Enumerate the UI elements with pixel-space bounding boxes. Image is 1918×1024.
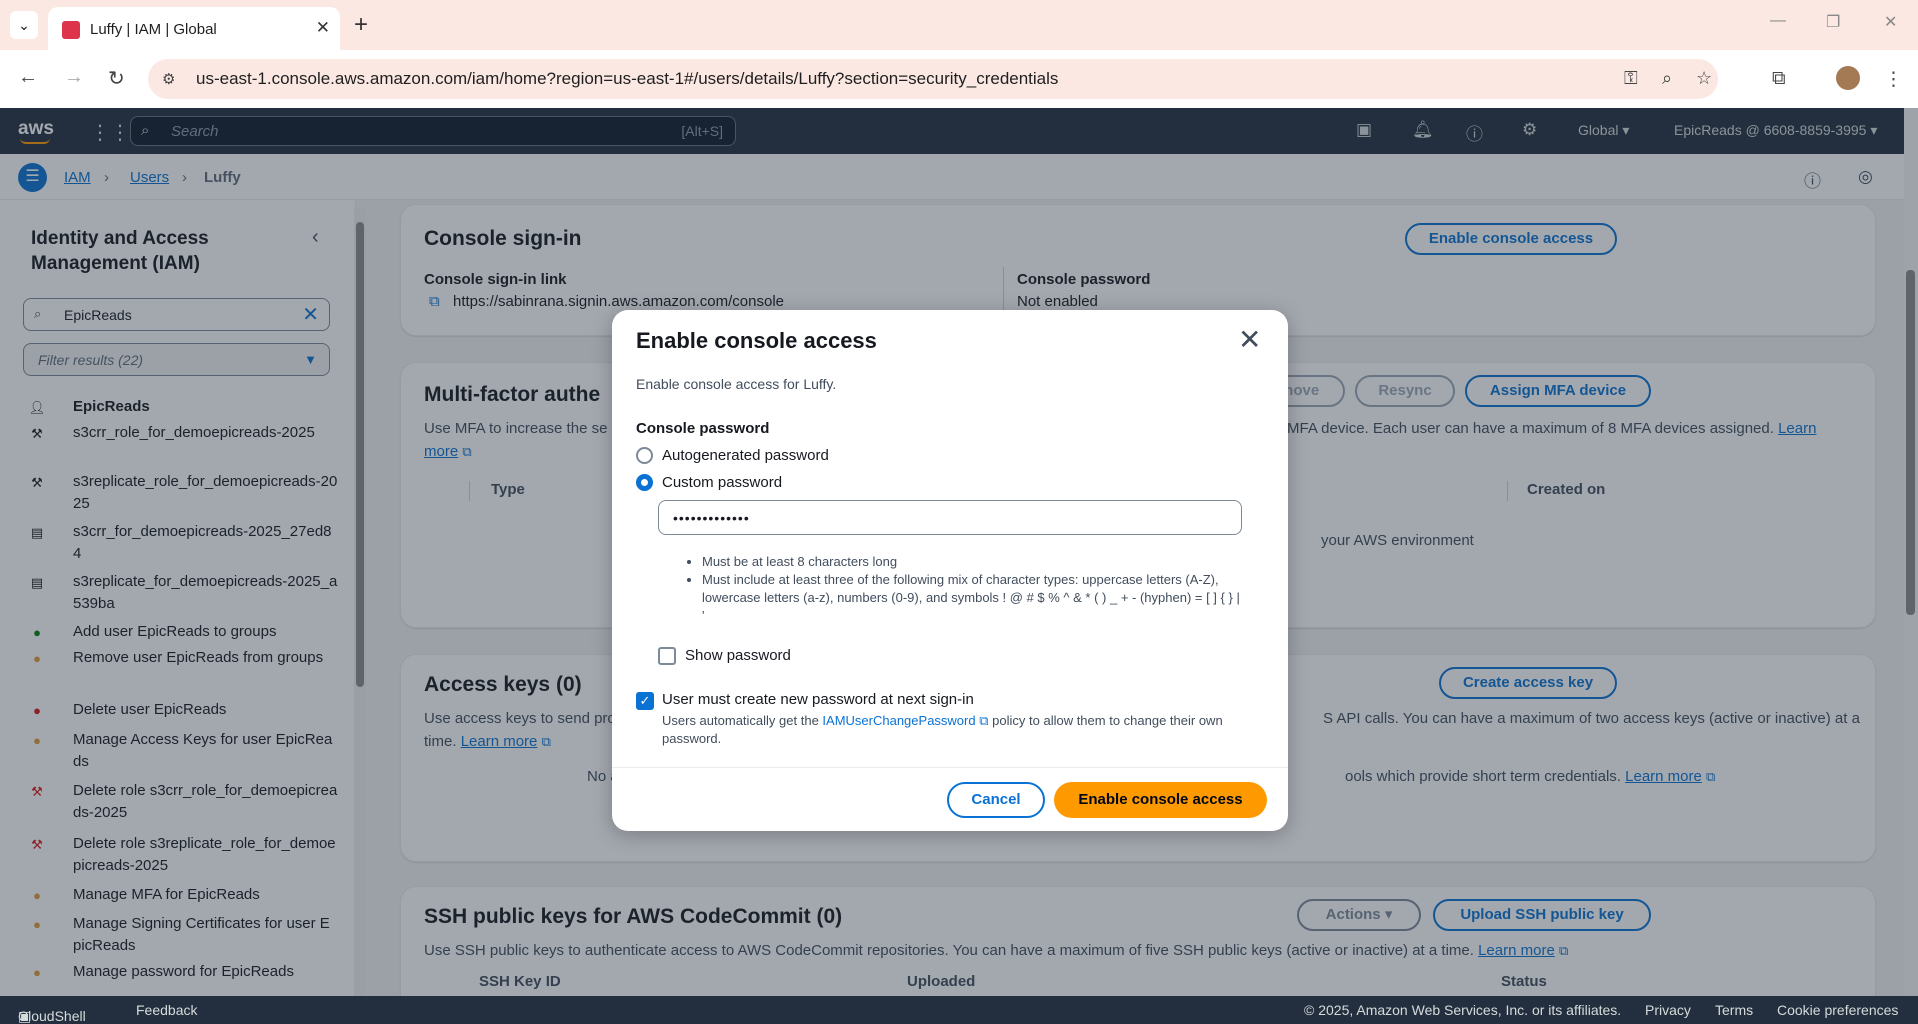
custom-password-radio[interactable]: [636, 474, 653, 491]
password-key-icon[interactable]: ⚿: [1624, 68, 1638, 89]
autogenerated-password-radio[interactable]: [636, 447, 653, 464]
browser-tab[interactable]: Luffy | IAM | Global ✕: [48, 7, 340, 50]
browser-toolbar: ← → ↻ ⚙ us-east-1.console.aws.amazon.com…: [0, 50, 1918, 108]
browser-tab-bar: ⌄ Luffy | IAM | Global ✕ + — ❐ ✕: [0, 0, 1918, 50]
must-change-desc: Users automatically get the IAMUserChang…: [662, 712, 1262, 748]
zoom-icon[interactable]: ⌕: [1662, 68, 1672, 89]
privacy-link[interactable]: Privacy: [1645, 1002, 1691, 1018]
feedback-link[interactable]: Feedback: [136, 1002, 197, 1018]
footer: ▣ CloudShell Feedback © 2025, Amazon Web…: [0, 996, 1918, 1024]
enable-console-access-modal: Enable console access ✕ Enable console a…: [612, 310, 1288, 831]
policy-link[interactable]: IAMUserChangePassword: [822, 713, 975, 728]
cloudshell-label: CloudShell: [18, 1008, 86, 1024]
close-icon[interactable]: ✕: [1238, 326, 1261, 354]
cookie-label: Cookie preferences: [1777, 1002, 1899, 1018]
extensions-icon[interactable]: ⧉: [1772, 68, 1786, 90]
desc-pre: Users automatically get the: [662, 713, 819, 728]
modal-subtitle: Enable console access for Luffy.: [636, 376, 837, 392]
restore-icon[interactable]: ❐: [1826, 12, 1840, 32]
show-password-checkbox[interactable]: [658, 647, 676, 665]
autogenerated-password-label[interactable]: Autogenerated password: [662, 447, 829, 464]
cancel-button[interactable]: Cancel: [947, 782, 1045, 818]
password-value: •••••••••••••: [673, 510, 750, 526]
must-change-password-label[interactable]: User must create new password at next si…: [662, 691, 974, 708]
url-text: us-east-1.console.aws.amazon.com/iam/hom…: [196, 69, 1059, 88]
forward-icon[interactable]: →: [64, 66, 84, 89]
address-bar[interactable]: ⚙ us-east-1.console.aws.amazon.com/iam/h…: [148, 59, 1718, 99]
tab-close-icon[interactable]: ✕: [316, 18, 330, 38]
modal-title: Enable console access: [636, 328, 877, 353]
profile-avatar[interactable]: [1836, 66, 1860, 90]
must-change-password-checkbox[interactable]: ✓: [636, 692, 654, 710]
window-close-icon[interactable]: ✕: [1884, 12, 1897, 32]
tab-title: Luffy | IAM | Global: [90, 21, 217, 38]
minimize-icon[interactable]: —: [1770, 12, 1786, 30]
requirement-item: Must include at least three of the follo…: [702, 571, 1242, 625]
terms-link[interactable]: Terms: [1715, 1002, 1753, 1018]
back-icon[interactable]: ←: [18, 66, 38, 89]
tab-search-chevron-icon[interactable]: ⌄: [10, 11, 38, 39]
requirement-item: Must be at least 8 characters long: [702, 553, 1242, 571]
modal-divider: [612, 767, 1288, 768]
new-tab-icon[interactable]: +: [354, 11, 368, 39]
custom-password-input[interactable]: •••••••••••••: [658, 500, 1242, 535]
console-password-label: Console password: [636, 420, 770, 437]
show-password-label[interactable]: Show password: [685, 647, 791, 664]
browser-menu-icon[interactable]: ⋮: [1884, 68, 1903, 91]
site-settings-icon[interactable]: ⚙: [162, 70, 175, 88]
cookie-preferences-link[interactable]: Cookie preferences: [1777, 1002, 1898, 1018]
aws-favicon-icon: [62, 21, 80, 39]
custom-password-label[interactable]: Custom password: [662, 474, 782, 491]
external-link-icon: ⧉: [979, 713, 989, 728]
copyright-text: © 2025, Amazon Web Services, Inc. or its…: [1304, 1002, 1622, 1018]
bookmark-star-icon[interactable]: ☆: [1696, 68, 1712, 89]
enable-console-access-submit-button[interactable]: Enable console access: [1054, 782, 1267, 818]
reload-icon[interactable]: ↻: [108, 66, 125, 91]
password-requirements: Must be at least 8 characters long Must …: [702, 553, 1242, 625]
